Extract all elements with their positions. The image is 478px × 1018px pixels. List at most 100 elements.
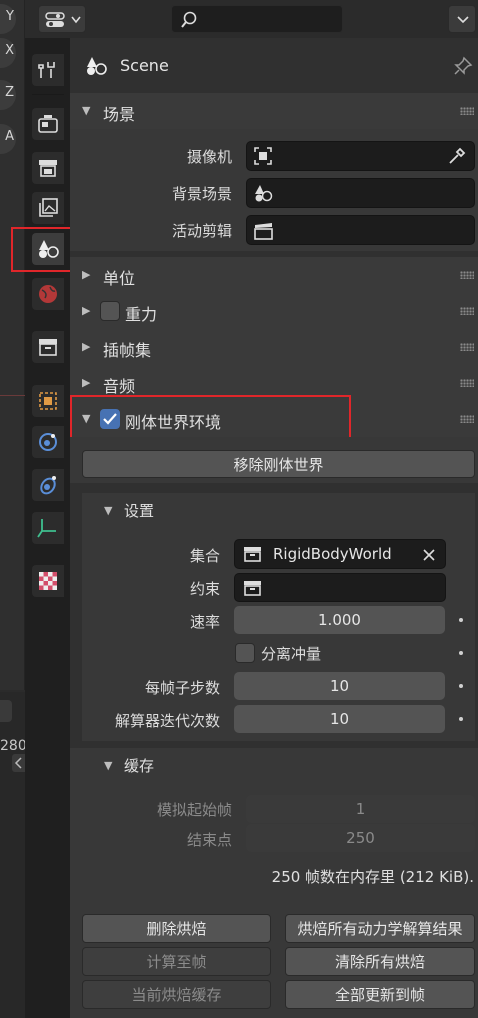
blue-circle-icon (39, 433, 57, 451)
properties-header (25, 0, 478, 38)
collection-value: RigidBodyWorld (273, 545, 392, 563)
image-stack-icon (39, 198, 58, 217)
tab-particles[interactable] (32, 469, 64, 501)
calculate-to-frame-button[interactable]: 计算至帧 (82, 947, 271, 976)
collection-box-icon (244, 581, 261, 596)
wrench-screwdriver-icon (38, 62, 55, 78)
render-camera-icon (38, 115, 58, 133)
properties-tab-bar (25, 38, 70, 1018)
editor-type-dropdown[interactable] (38, 5, 86, 33)
panel-title: 单位 (103, 269, 136, 288)
active-clip-label: 活动剪辑 (171, 222, 232, 240)
panel-title: 场景 (103, 105, 136, 124)
active-clip-field[interactable] (246, 215, 475, 245)
remove-rigid-body-world-button[interactable]: 移除刚体世界 (82, 450, 475, 478)
cache-memory-info: 250 帧数在内存里 (212 KiB). (271, 868, 474, 886)
bake-all-dynamics-button[interactable]: 烘焙所有动力学解算结果 (285, 914, 475, 943)
frame-number: 280 (0, 738, 25, 754)
drag-grip-icon[interactable] (460, 415, 474, 423)
keyframe-dot-icon[interactable] (459, 618, 463, 622)
tab-render[interactable] (32, 108, 64, 140)
search-input[interactable] (171, 5, 343, 33)
chevron-down-icon (457, 16, 469, 24)
tab-collection[interactable] (32, 331, 64, 363)
split-impulse-label: 分离冲量 (261, 645, 322, 663)
sim-start-field[interactable]: 1 (246, 795, 475, 823)
search-icon (181, 11, 197, 28)
eyedropper-icon[interactable] (447, 146, 467, 166)
keyframe-dot-icon[interactable] (459, 717, 463, 721)
panel-title: 重力 (125, 305, 158, 324)
tab-view-layer[interactable] (32, 192, 64, 224)
options-dropdown[interactable] (448, 5, 476, 33)
solver-iterations-field[interactable]: 10 (234, 705, 445, 733)
drag-grip-icon[interactable] (460, 271, 474, 279)
panel-title: 插帧集 (103, 341, 152, 360)
axes-icon (37, 519, 56, 538)
viewport-grid-line (0, 395, 25, 396)
subpanel-title[interactable]: 设置 (124, 500, 154, 521)
end-frame-label: 结束点 (186, 831, 232, 849)
collapse-triangle-icon: ▶ (82, 376, 91, 389)
keyframe-dot-icon[interactable] (459, 684, 463, 688)
scroll-left-arrow[interactable] (12, 754, 25, 772)
collapse-toggle[interactable] (0, 700, 12, 722)
pin-icon[interactable] (452, 55, 474, 77)
tab-world[interactable] (32, 278, 64, 310)
camera-field[interactable] (246, 141, 475, 171)
axis-label: X (5, 43, 14, 58)
drag-grip-icon[interactable] (460, 307, 474, 315)
current-cache-to-bake-button[interactable]: 当前烘焙缓存 (82, 980, 271, 1009)
printer-icon (39, 160, 57, 177)
clapperboard-icon (254, 223, 273, 240)
tab-constraints[interactable] (32, 512, 64, 544)
background-scene-field[interactable] (246, 178, 475, 208)
keyframe-dot-icon[interactable] (459, 651, 463, 655)
sim-start-label: 模拟起始帧 (156, 801, 232, 819)
collapse-triangle-icon: ▶ (82, 268, 91, 281)
collection-box-icon (39, 339, 57, 356)
tab-divider (32, 94, 64, 95)
camera-object-icon (254, 147, 272, 165)
subpanel-title[interactable]: 缓存 (124, 755, 154, 776)
drag-grip-icon[interactable] (460, 343, 474, 351)
constraints-field[interactable] (234, 573, 446, 602)
properties-editor-icon (45, 12, 65, 27)
delete-bake-button[interactable]: 删除烘焙 (82, 914, 271, 943)
panel-title: 音频 (103, 377, 136, 396)
drag-grip-icon[interactable] (460, 379, 474, 387)
close-icon[interactable] (422, 548, 436, 562)
speed-field[interactable]: 1.000 (234, 606, 445, 634)
collection-field[interactable]: RigidBodyWorld (234, 539, 446, 569)
end-frame-field[interactable]: 250 (246, 824, 475, 852)
drag-grip-icon[interactable] (460, 107, 474, 115)
collapse-triangle-icon: ▶ (82, 340, 91, 353)
tab-texture[interactable] (32, 565, 64, 597)
physics-orbit-icon (40, 476, 56, 495)
gravity-checkbox[interactable] (100, 301, 120, 321)
context-title: Scene (120, 56, 169, 75)
axis-label: Y (6, 9, 14, 24)
substeps-field[interactable]: 10 (234, 672, 445, 700)
collection-label: 集合 (189, 547, 220, 565)
camera-label: 摄像机 (186, 148, 232, 166)
background-scene-label: 背景场景 (171, 185, 232, 203)
constraints-label: 约束 (189, 580, 220, 598)
checker-icon (39, 572, 57, 590)
expand-triangle-icon: ▼ (82, 104, 91, 117)
expand-triangle-icon: ▼ (104, 504, 113, 517)
tab-modifiers[interactable] (32, 426, 64, 458)
speed-label: 速率 (189, 613, 220, 631)
update-all-to-frame-button[interactable]: 全部更新到帧 (285, 980, 475, 1009)
chevron-down-icon (71, 16, 81, 24)
collection-box-icon (244, 547, 261, 562)
tab-output[interactable] (32, 152, 64, 184)
free-all-bakes-button[interactable]: 清除所有烘焙 (285, 947, 475, 976)
axis-label: A (5, 129, 14, 144)
tab-object[interactable] (32, 385, 64, 417)
expand-triangle-icon: ▼ (104, 759, 113, 772)
tab-tool[interactable] (32, 54, 64, 86)
world-icon (39, 285, 57, 303)
viewport-edge[interactable]: Y X Z A 280 (0, 0, 25, 1018)
split-impulse-checkbox[interactable] (235, 643, 255, 663)
